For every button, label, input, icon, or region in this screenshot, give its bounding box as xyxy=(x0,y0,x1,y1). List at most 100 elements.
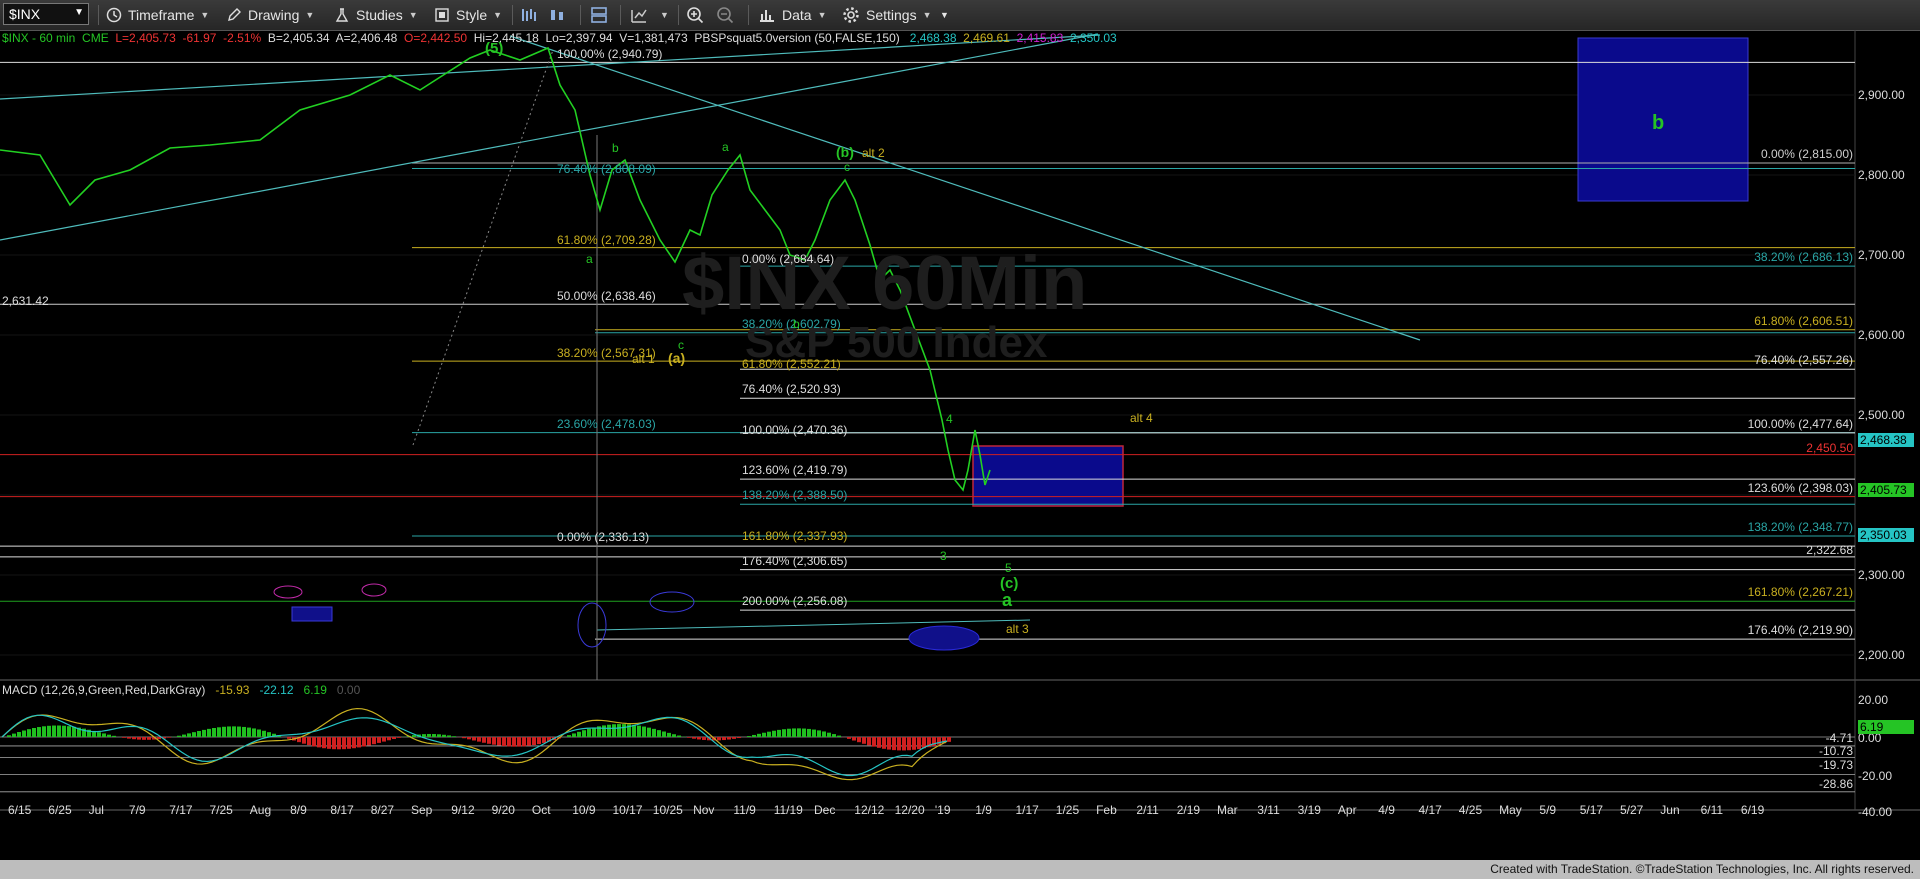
macd-histogram-bar xyxy=(642,726,646,737)
wave-label: a xyxy=(586,252,593,266)
macd-histogram-bar xyxy=(22,730,26,737)
time-axis-label: Apr xyxy=(1337,803,1357,817)
macd-histogram-bar xyxy=(322,737,326,749)
macd-histogram-bar xyxy=(717,737,721,741)
wave-label: c xyxy=(844,160,850,174)
price-axis-label: 2,800.00 xyxy=(1858,168,1905,182)
macd-histogram-bar xyxy=(792,728,796,737)
macd-histogram-bar xyxy=(132,737,136,740)
chevron-down-icon[interactable]: ▼ xyxy=(74,7,84,18)
time-axis-label: 7/9 xyxy=(128,803,146,817)
macd-histogram-bar xyxy=(427,733,431,737)
study-name: PBSPsquat5.0version (50,FALSE,150) xyxy=(694,31,900,45)
time-axis-label: 2/19 xyxy=(1176,803,1201,817)
zoom-out-button[interactable] xyxy=(716,4,740,26)
macd-tag: 6.19 xyxy=(1858,720,1914,734)
symbol-input[interactable]: $INX ▼ xyxy=(3,3,89,25)
macd-histogram-bar xyxy=(672,734,676,737)
macd-study xyxy=(0,707,1855,793)
macd-histogram-bar xyxy=(222,726,226,737)
timeframe-menu[interactable]: Timeframe ▼ xyxy=(106,4,209,26)
macd-histogram-bar xyxy=(492,737,496,745)
time-axis-label: Sep xyxy=(411,803,433,817)
exchange: CME xyxy=(82,31,109,45)
time-axis-label: 9/12 xyxy=(451,803,475,817)
wave-label: (5) xyxy=(485,40,504,57)
studies-menu[interactable]: Studies ▼ xyxy=(334,4,418,26)
chart-area[interactable]: $INX 60Min S&P 500 Index xyxy=(0,30,1920,860)
bar-chart-button[interactable] xyxy=(520,4,544,26)
macd-level-label: -28.86 xyxy=(1818,777,1853,791)
fib-label-right: 176.40% (2,219.90) xyxy=(1747,623,1853,637)
zoom-in-button[interactable] xyxy=(686,4,710,26)
palette-icon xyxy=(434,7,450,23)
candle-chart-button[interactable] xyxy=(548,4,572,26)
macd-histogram-bar xyxy=(812,729,816,737)
macd-histogram-bar xyxy=(512,737,516,747)
time-axis-label: 6/11 xyxy=(1700,803,1724,817)
symbol-info-line: $INX - 60 min CME L=2,405.73 -61.97 -2.5… xyxy=(2,31,1117,45)
macd-histogram-bar xyxy=(637,725,641,737)
drawing-menu[interactable]: Drawing ▼ xyxy=(226,4,314,26)
zoom-out-icon xyxy=(716,6,734,24)
macd-histogram-bar xyxy=(817,730,821,737)
indicator-button[interactable]: ▼ xyxy=(630,4,669,26)
macd-histogram-bar xyxy=(432,734,436,737)
layout-button[interactable] xyxy=(590,4,614,26)
macd-histogram-bar xyxy=(262,730,266,737)
wave-label: b xyxy=(1652,112,1665,134)
fib-label-mid: 76.40% (2,520.93) xyxy=(742,382,841,396)
macd-histogram-bar xyxy=(122,737,126,738)
time-axis-label: Aug xyxy=(249,803,272,817)
separator xyxy=(580,5,581,25)
macd-histogram-bar xyxy=(692,737,696,739)
time-axis-label: 10/9 xyxy=(572,803,596,817)
study-value: 2,350.03 xyxy=(1069,31,1117,45)
macd-histogram-bar xyxy=(332,737,336,750)
macd-histogram-bar xyxy=(807,728,811,737)
left-price-label: 2,631.42 xyxy=(2,294,49,308)
chart-name: $INX - 60 min xyxy=(2,31,76,45)
time-axis-label: 6/19 xyxy=(1740,803,1765,817)
toolbar: $INX ▼ Timeframe ▼ Drawing ▼ Studies ▼ Styl… xyxy=(0,0,1920,31)
macd-histogram-bar xyxy=(797,728,801,737)
caret-down-icon: ▼ xyxy=(940,10,949,20)
settings-menu[interactable]: Settings ▼ xyxy=(842,4,932,26)
time-axis-label: 4/17 xyxy=(1418,803,1442,817)
macd-histogram-bar xyxy=(197,730,201,737)
time-axis-label: 11/9 xyxy=(733,803,756,817)
data-menu[interactable]: Data ▼ xyxy=(758,4,827,26)
macd-histogram-bar xyxy=(652,728,656,737)
time-axis-label: 6/15 xyxy=(8,803,32,817)
macd-histogram-bar xyxy=(112,735,116,737)
separator xyxy=(620,5,621,25)
macd-histogram-bar xyxy=(327,737,331,749)
macd-histogram-bar xyxy=(477,737,481,742)
style-menu[interactable]: Style ▼ xyxy=(434,4,502,26)
macd-histogram-bar xyxy=(237,726,241,737)
drawing-label: Drawing xyxy=(248,7,300,23)
fib-label-right: 38.20% (2,686.13) xyxy=(1754,250,1853,264)
macd-histogram-bar xyxy=(342,737,346,750)
macd-histogram-bar xyxy=(252,728,256,737)
price-axis-label: 2,900.00 xyxy=(1858,88,1905,102)
toolbar-more-button[interactable]: ▼ xyxy=(940,4,949,26)
macd-histogram-bar xyxy=(57,725,61,737)
clock-icon xyxy=(106,7,122,23)
time-axis-label: 7/25 xyxy=(209,803,233,817)
macd-histogram-bar xyxy=(517,737,521,747)
time-axis-label: Mar xyxy=(1217,803,1238,817)
macd-histogram-bar xyxy=(577,731,581,737)
time-axis-label: 10/17 xyxy=(612,803,643,817)
macd-histogram-bar xyxy=(397,737,401,738)
macd-histogram-bar xyxy=(17,731,21,737)
gray-level-label: 2,322.68 xyxy=(1806,543,1853,557)
macd-histogram-bar xyxy=(857,737,861,743)
macd-histogram-bar xyxy=(52,725,56,737)
macd-histogram-bar xyxy=(607,724,611,737)
separator xyxy=(678,5,679,25)
macd-histogram-bar xyxy=(217,727,221,737)
separator xyxy=(748,5,749,25)
wave-label: alt 2 xyxy=(862,146,885,160)
macd-marker-ellipse xyxy=(273,585,303,599)
